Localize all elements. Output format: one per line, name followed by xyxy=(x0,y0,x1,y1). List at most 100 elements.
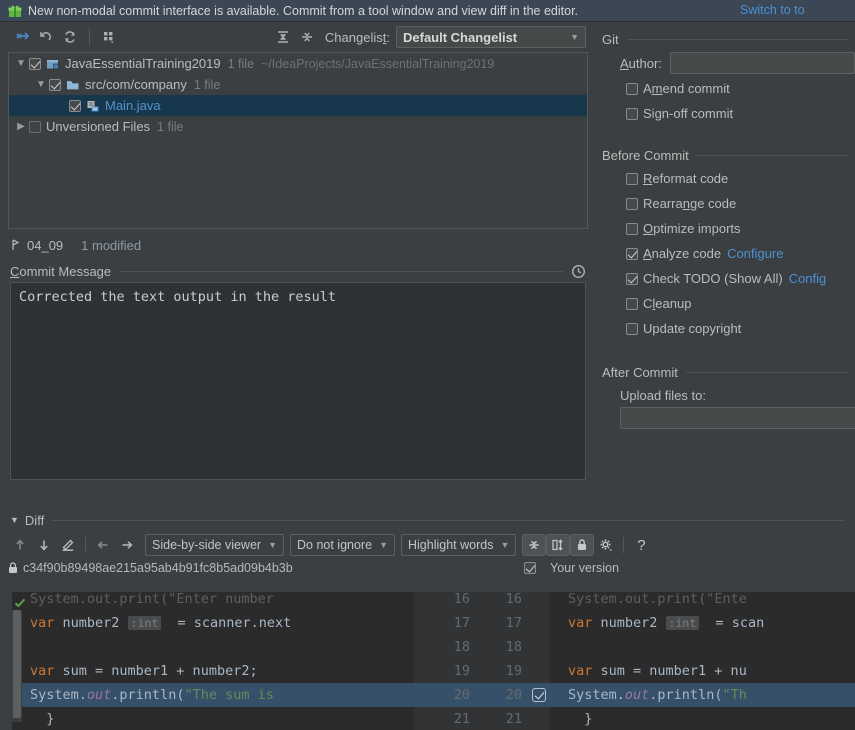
analyze-code-checkbox[interactable] xyxy=(626,247,638,260)
analyze-code-configure-link[interactable]: Configure xyxy=(727,246,783,261)
tree-node-label: Unversioned Files xyxy=(46,119,151,134)
diff-pane-right[interactable]: System.out.print("Ente var number2 :int … xyxy=(550,592,855,730)
sign-off-commit-checkbox[interactable] xyxy=(626,107,638,120)
row-checkbox[interactable] xyxy=(69,99,81,112)
highlight-policy-combo[interactable]: Highlight words ▼ xyxy=(400,534,517,556)
lock-icon xyxy=(9,562,17,573)
chevron-down-icon: ▼ xyxy=(379,540,388,550)
divider xyxy=(696,154,849,156)
chevron-right-icon[interactable]: ▶ xyxy=(13,121,29,132)
left-line-number: 17 xyxy=(453,615,470,631)
your-version-checkbox[interactable] xyxy=(524,562,536,574)
check-todo-checkbox[interactable] xyxy=(626,272,638,285)
chevron-down-icon[interactable]: ▼ xyxy=(33,79,49,90)
tree-node-label: Main.java xyxy=(105,98,161,113)
table-row[interactable]: ▼ src/com/company 1 file xyxy=(9,74,587,95)
before-commit-title: Before Commit xyxy=(602,147,689,163)
toolbar-divider xyxy=(623,537,625,553)
diff-scrollbar-vertical[interactable] xyxy=(12,610,22,722)
code-line: var sum = number1 + number2; xyxy=(30,663,258,679)
expand-all-icon[interactable] xyxy=(271,26,295,48)
clock-icon[interactable] xyxy=(571,264,586,279)
accept-right-icon[interactable] xyxy=(115,534,139,556)
check-todo-option[interactable]: Check TODO (Show All) Config xyxy=(596,266,855,291)
reformat-code-checkbox[interactable] xyxy=(626,172,638,185)
check-todo-configure-link[interactable]: Config xyxy=(789,271,827,286)
left-line-number: 18 xyxy=(453,639,470,655)
scrollbar-thumb[interactable] xyxy=(13,610,21,718)
edit-source-icon[interactable] xyxy=(56,534,80,556)
refresh-icon[interactable] xyxy=(58,26,82,48)
group-by-icon[interactable] xyxy=(97,26,121,48)
commit-message-header: Commit Message xyxy=(0,260,596,282)
row-checkbox[interactable] xyxy=(29,120,41,133)
switch-to-tool-window-link[interactable]: Switch to to xyxy=(740,3,805,17)
tree-node-count: 1 file xyxy=(157,119,184,134)
show-diff-icon[interactable] xyxy=(10,26,34,48)
changes-tree[interactable]: ▼ JavaEssentialTraining2019 1 file ~/Ide… xyxy=(8,52,588,229)
update-copyright-option[interactable]: Update copyright xyxy=(596,316,855,341)
inspection-ok-icon xyxy=(14,597,26,609)
code-line: } xyxy=(30,711,55,727)
table-row[interactable]: ▶ Unversioned Files 1 file xyxy=(9,116,587,137)
changelist-label: Changelist: xyxy=(324,29,390,45)
amend-commit-checkbox[interactable] xyxy=(626,82,638,95)
commit-message-input[interactable]: Corrected the text output in the result xyxy=(10,282,586,480)
reformat-code-option[interactable]: Reformat code xyxy=(596,166,855,191)
tree-node-label: src/com/company xyxy=(85,77,187,92)
chevron-down-icon[interactable]: ▼ xyxy=(13,58,29,69)
previous-difference-icon[interactable] xyxy=(8,534,32,556)
collapse-all-icon[interactable] xyxy=(295,26,319,48)
amend-commit-label: Amend commit xyxy=(643,81,730,96)
update-copyright-label: Update copyright xyxy=(643,321,742,336)
tree-node-count: 1 file xyxy=(193,77,221,92)
update-copyright-checkbox[interactable] xyxy=(626,322,638,335)
help-icon[interactable]: ? xyxy=(629,534,653,556)
row-checkbox[interactable] xyxy=(29,57,41,70)
ignore-policy-combo[interactable]: Do not ignore ▼ xyxy=(290,534,395,556)
cleanup-checkbox[interactable] xyxy=(626,297,638,310)
folder-icon xyxy=(67,80,79,89)
cleanup-option[interactable]: Cleanup xyxy=(596,291,855,316)
table-row[interactable]: Main.java xyxy=(9,95,587,116)
accept-left-icon[interactable] xyxy=(91,534,115,556)
tree-node-path: ~/IdeaProjects/JavaEssentialTraining2019 xyxy=(261,56,495,71)
sign-off-commit-option[interactable]: Sign-off commit xyxy=(596,101,855,126)
collapse-unchanged-icon[interactable] xyxy=(522,534,547,556)
author-field[interactable] xyxy=(669,52,855,74)
amend-commit-option[interactable]: Amend commit xyxy=(596,76,855,101)
optimize-imports-checkbox[interactable] xyxy=(626,222,638,235)
right-line-number: 16 xyxy=(505,592,522,607)
synchronize-scrolling-icon[interactable] xyxy=(546,534,571,556)
rearrange-code-option[interactable]: Rearrange code xyxy=(596,191,855,216)
code-line: System.out.print("Enter number xyxy=(30,592,274,607)
notification-text: New non-modal commit interface is availa… xyxy=(28,3,579,18)
branch-icon xyxy=(12,239,20,250)
your-version-group: Your version xyxy=(524,561,619,575)
right-line-number: 20 xyxy=(505,687,522,703)
revision-hash: c34f90b89498ae215a95ab4b91fc8b5ad09b4b3b xyxy=(23,561,293,575)
table-row[interactable]: ▼ JavaEssentialTraining2019 1 file ~/Ide… xyxy=(9,53,587,74)
upload-files-field[interactable] xyxy=(620,407,855,429)
accept-change-checkbox[interactable] xyxy=(532,688,546,702)
right-line-number: 18 xyxy=(505,639,522,655)
read-only-lock-icon[interactable] xyxy=(570,534,595,556)
viewer-mode-combo[interactable]: Side-by-side viewer ▼ xyxy=(145,534,284,556)
changelist-combo[interactable]: Default Changelist ▼ xyxy=(396,26,586,48)
analyze-code-option[interactable]: Analyze code Configure xyxy=(596,241,855,266)
right-line-number: 19 xyxy=(505,663,522,679)
toolbar-divider xyxy=(89,29,90,45)
left-line-number: 19 xyxy=(453,663,470,679)
divider xyxy=(626,38,849,40)
diff-settings-gear-icon[interactable] xyxy=(594,534,618,556)
changes-panel: Changelist: Default Changelist ▼ ▼ JavaE… xyxy=(0,22,596,508)
reformat-code-label: Reformat code xyxy=(643,171,729,186)
rearrange-code-checkbox[interactable] xyxy=(626,197,638,210)
row-checkbox[interactable] xyxy=(49,78,61,91)
revert-icon[interactable] xyxy=(34,26,58,48)
next-difference-icon[interactable] xyxy=(32,534,56,556)
optimize-imports-option[interactable]: Optimize imports xyxy=(596,216,855,241)
chevron-down-icon[interactable]: ▼ xyxy=(10,515,19,525)
diff-pane-left[interactable]: System.out.print("Enter number var numbe… xyxy=(12,592,414,730)
